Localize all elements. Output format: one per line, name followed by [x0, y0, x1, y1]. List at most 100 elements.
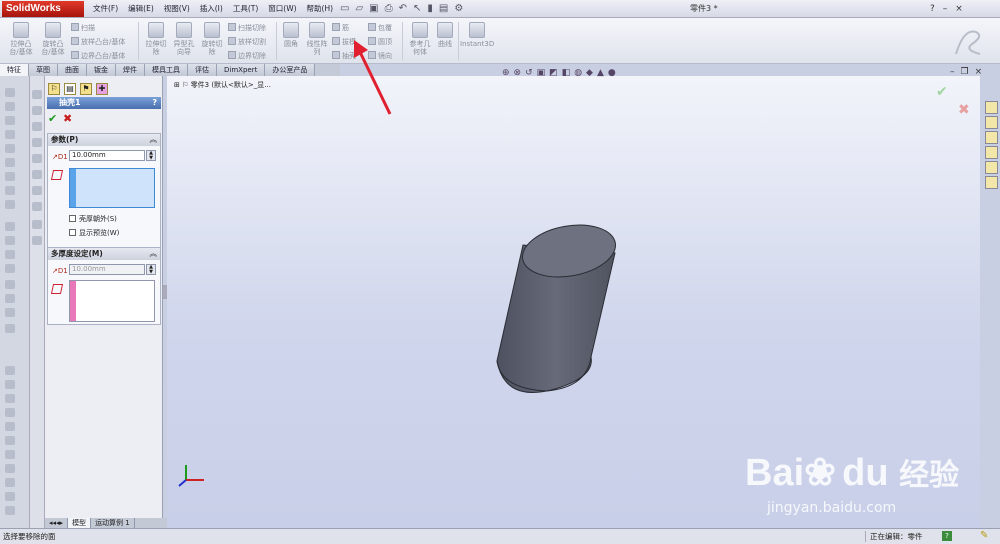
property-manager-tab-icon[interactable]: ▤ — [64, 83, 76, 95]
rebuild-icon[interactable]: ▮ — [427, 2, 433, 16]
sketch-tool-icon[interactable] — [5, 380, 15, 389]
confirm-ok-check-icon[interactable]: ✔ — [936, 84, 948, 100]
fillet-button[interactable]: 圆角 — [280, 22, 302, 48]
menu-tools[interactable]: 工具(T) — [228, 2, 263, 16]
sketch-tool-icon[interactable] — [5, 102, 15, 111]
view-orientation-icon[interactable]: ◩ — [549, 68, 558, 78]
menu-insert[interactable]: 插入(I) — [195, 2, 228, 16]
previous-view-icon[interactable]: ↺ — [525, 68, 533, 78]
parameters-group-header[interactable]: 参数(P) ︽ — [48, 134, 160, 146]
resources-icon[interactable] — [985, 101, 998, 114]
reference-geometry-button[interactable]: 参考几 何体 — [406, 22, 434, 56]
sketch-tool-icon[interactable] — [5, 280, 15, 289]
help-button[interactable]: ? — [930, 2, 935, 16]
hole-wizard-button[interactable]: 异型孔 向导 — [170, 22, 198, 56]
solidworks-logo[interactable]: SolidWorks — [2, 1, 84, 17]
confirm-cancel-x-icon[interactable]: ✖ — [958, 102, 970, 118]
tool-icon[interactable] — [32, 106, 42, 115]
doc-restore-button[interactable]: ❐ — [961, 67, 969, 77]
tab-surfaces[interactable]: 曲面 — [58, 64, 87, 76]
view-settings-icon[interactable]: ● — [608, 68, 616, 78]
cancel-x-icon[interactable]: ✖ — [63, 112, 72, 125]
edit-appearance-icon[interactable]: ◆ — [586, 68, 593, 78]
sketch-tool-icon[interactable] — [5, 294, 15, 303]
thickness-input[interactable]: 10.00mm — [69, 150, 145, 161]
sweep-button[interactable]: 扫描 — [71, 23, 95, 33]
expand-icon[interactable]: ⊞ — [174, 81, 180, 89]
thickness-spinner[interactable]: ▲ ▼ — [146, 150, 156, 161]
menu-file[interactable]: 文件(F) — [88, 2, 123, 16]
sketch-tool-icon[interactable] — [5, 222, 15, 231]
hide-show-icon[interactable]: ◍ — [574, 68, 582, 78]
scene-icon[interactable]: ▲ — [597, 68, 604, 78]
sketch-tool-icon[interactable] — [5, 492, 15, 501]
sweep-cut-button[interactable]: 扫描切除 — [228, 23, 266, 33]
rebuild-status-icon[interactable]: ✎ — [980, 530, 988, 541]
appearances-icon[interactable] — [985, 161, 998, 174]
doc-minimize-button[interactable]: – — [950, 67, 955, 77]
options-icon[interactable]: ⚙ — [454, 2, 463, 16]
menu-view[interactable]: 视图(V) — [159, 2, 195, 16]
sketch-tool-icon[interactable] — [5, 158, 15, 167]
collapse-chevron-icon[interactable]: ︽ — [150, 134, 158, 146]
nav-arrows-icon[interactable]: ◂◂◂▸ — [45, 518, 69, 528]
view-palette-icon[interactable] — [985, 146, 998, 159]
section-view-icon[interactable]: ▣ — [537, 68, 546, 78]
sketch-tool-icon[interactable] — [5, 308, 15, 317]
boundary-cut-button[interactable]: 边界切除 — [228, 51, 266, 61]
custom-properties-icon[interactable] — [985, 176, 998, 189]
shell-outward-checkbox[interactable]: 壳厚朝外(S) — [69, 214, 117, 224]
doc-close-button[interactable]: × — [975, 67, 983, 77]
tab-office-products[interactable]: 办公室产品 — [265, 64, 316, 76]
file-properties-icon[interactable]: ▤ — [439, 2, 448, 16]
sketch-tool-icon[interactable] — [5, 464, 15, 473]
boundary-boss-button[interactable]: 边界凸台/基体 — [71, 51, 125, 61]
revolve-boss-button[interactable]: 旋转凸 台/基体 — [38, 22, 68, 56]
dimxpert-manager-tab-icon[interactable]: ✚ — [96, 83, 108, 95]
zoom-area-icon[interactable]: ⊗ — [514, 68, 522, 78]
sketch-tool-icon[interactable] — [5, 236, 15, 245]
new-icon[interactable]: ▭ — [340, 2, 349, 16]
loft-button[interactable]: 放样凸台/基体 — [71, 37, 125, 47]
menu-window[interactable]: 窗口(W) — [263, 2, 301, 16]
menu-help[interactable]: 帮助(H) — [302, 2, 339, 16]
tool-icon[interactable] — [32, 90, 42, 99]
tool-icon[interactable] — [32, 122, 42, 131]
zoom-to-fit-icon[interactable]: ⊕ — [502, 68, 510, 78]
sketch-tool-icon[interactable] — [5, 506, 15, 515]
sketch-tool-icon[interactable] — [5, 88, 15, 97]
tool-icon[interactable] — [32, 154, 42, 163]
sketch-tool-icon[interactable] — [5, 186, 15, 195]
tool-icon[interactable] — [32, 138, 42, 147]
sketch-tool-icon[interactable] — [5, 264, 15, 273]
sketch-tool-icon[interactable] — [5, 250, 15, 259]
multi-thickness-faces-list[interactable] — [69, 280, 155, 322]
cylinder-model[interactable] — [487, 221, 627, 401]
sketch-tool-icon[interactable] — [5, 324, 15, 333]
sketch-tool-icon[interactable] — [5, 422, 15, 431]
tool-icon[interactable] — [32, 236, 42, 245]
menu-edit[interactable]: 编辑(E) — [123, 2, 159, 16]
tab-mold-tools[interactable]: 模具工具 — [145, 64, 188, 76]
display-style-icon[interactable]: ◧ — [562, 68, 571, 78]
tab-sketch[interactable]: 草图 — [29, 64, 58, 76]
tab-features[interactable]: 特征 — [0, 64, 29, 76]
close-button[interactable]: × — [955, 2, 963, 16]
curves-button[interactable]: 曲线 — [434, 22, 456, 48]
tool-icon[interactable] — [32, 186, 42, 195]
sketch-tool-icon[interactable] — [5, 366, 15, 375]
sketch-tool-icon[interactable] — [5, 116, 15, 125]
print-icon[interactable]: ⎙ — [385, 2, 393, 16]
file-explorer-icon[interactable] — [985, 131, 998, 144]
sketch-tool-icon[interactable] — [5, 478, 15, 487]
linear-pattern-button[interactable]: 线性阵 列 — [304, 22, 330, 56]
feature-manager-tab-icon[interactable]: ⚐ — [48, 83, 60, 95]
undo-icon[interactable]: ↶ — [399, 2, 407, 16]
sketch-tool-icon[interactable] — [5, 436, 15, 445]
sketch-tool-icon[interactable] — [5, 394, 15, 403]
sketch-tool-icon[interactable] — [5, 408, 15, 417]
sketch-tool-icon[interactable] — [5, 130, 15, 139]
tab-model[interactable]: 模型 — [68, 518, 92, 528]
revolve-cut-button[interactable]: 旋转切 除 — [198, 22, 226, 56]
sketch-tool-icon[interactable] — [5, 450, 15, 459]
